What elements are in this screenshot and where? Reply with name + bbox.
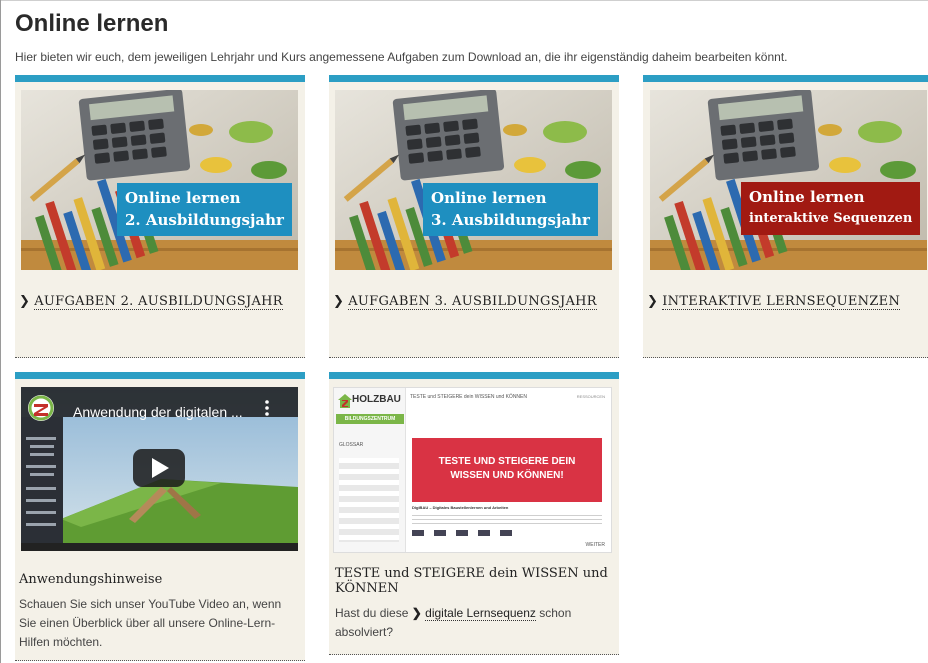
digibau-hero: TESTE UND STEIGERE DEIN WISSEN UND KÖNNE…: [412, 438, 602, 502]
card-divider: [329, 357, 619, 358]
frame-border-top: [0, 0, 928, 1]
card-title: Anwendungshinweise: [19, 572, 163, 587]
digibau-sidebar: HOLZBAU BILDUNGSZENTRUM GLOSSAR: [334, 388, 406, 552]
calculator-chart-illustration: [650, 90, 927, 270]
card-title: TESTE und STEIGERE dein WISSEN und KÖNNE…: [335, 566, 608, 596]
intro-text: Hier bieten wir euch, dem jeweiligen Leh…: [15, 50, 788, 64]
badge-line-2: 3. Ausbildungsjahr: [431, 211, 590, 229]
link-interaktive-lernsequenzen[interactable]: ❯ INTERAKTIVE LERNSEQUENZEN: [647, 294, 901, 310]
card-teste-steigere: HOLZBAU BILDUNGSZENTRUM GLOSSAR TESTE un…: [329, 372, 619, 655]
digibau-topbar-right: RESSOURCEN: [576, 394, 605, 399]
sidebar-list: [339, 458, 399, 542]
chevron-right-icon: ❯: [411, 606, 422, 620]
badge-line-1: Online lernen: [125, 189, 241, 207]
link-aufgaben-2[interactable]: ❯ AUFGABEN 2. AUSBILDUNGSJAHR: [19, 294, 283, 310]
card-ausbildungsjahr-2: Online lernen 2. Ausbildungsjahr ❯ AUFGAB…: [15, 75, 305, 358]
holzbau-brand-sub: BILDUNGSZENTRUM: [336, 414, 404, 424]
digibau-sponsor-logos: [412, 530, 522, 536]
chevron-right-icon: ❯: [647, 294, 659, 309]
card-divider: [643, 357, 928, 358]
badge-line-1: Online lernen: [431, 189, 547, 207]
card-badge: Online lernen interaktive Sequenzen: [741, 182, 921, 235]
badge-line-2: interaktive Sequenzen: [749, 211, 913, 226]
link-aufgaben-3[interactable]: ❯ AUFGABEN 3. AUSBILDUNGSJAHR: [333, 294, 597, 310]
badge-line-2: 2. Ausbildungsjahr: [125, 211, 284, 229]
card-anwendungshinweise: Anwendung der digitalen ... Anwendungshi…: [15, 372, 305, 661]
calculator-chart-illustration: [21, 90, 298, 270]
chevron-right-icon: ❯: [333, 294, 345, 309]
digibau-weiter-button[interactable]: WEITER: [586, 542, 605, 548]
card-description: Schauen Sie sich unser YouTube Video an,…: [19, 597, 282, 649]
badge-line-1: Online lernen: [749, 188, 865, 206]
card-ausbildungsjahr-3: Online lernen 3. Ausbildungsjahr ❯ AUFGAB…: [329, 75, 619, 358]
holzbau-brand: HOLZBAU: [352, 394, 401, 405]
card-interaktive-sequenzen: Online lernen interaktive Sequenzen ❯ INT…: [643, 75, 928, 358]
glossar-label: GLOSSAR: [339, 442, 364, 448]
card-divider: [15, 660, 305, 661]
card-badge: Online lernen 2. Ausbildungsjahr: [117, 183, 292, 236]
card-badge: Online lernen 3. Ausbildungsjahr: [423, 183, 598, 236]
digibau-topbar-title: TESTE und STEIGERE dein WISSEN und KÖNNE…: [410, 394, 527, 400]
page-title: Online lernen: [15, 10, 169, 37]
digibau-screenshot[interactable]: HOLZBAU BILDUNGSZENTRUM GLOSSAR TESTE un…: [333, 387, 612, 553]
card-image[interactable]: Online lernen interaktive Sequenzen: [649, 90, 928, 270]
card-divider: [329, 654, 619, 655]
card-divider: [15, 357, 305, 358]
chevron-right-icon: ❯: [19, 294, 31, 309]
card-image[interactable]: Online lernen 3. Ausbildungsjahr: [335, 90, 612, 270]
holzbau-logo-icon: [338, 394, 352, 408]
link-digitale-lernsequenz[interactable]: digitale Lernsequenz: [425, 606, 536, 621]
frame-border-left: [0, 0, 1, 663]
card-image[interactable]: Online lernen 2. Ausbildungsjahr: [21, 90, 298, 270]
youtube-video-player[interactable]: Anwendung der digitalen ...: [21, 387, 298, 551]
card-description: Hast du diese ❯ digitale Lernsequenz sch…: [335, 606, 572, 639]
digibau-caption: DigiBAU – Digitales Baustellenlernen und…: [412, 505, 509, 510]
video-title[interactable]: Anwendung der digitalen ...: [73, 404, 243, 420]
calculator-chart-illustration: [335, 90, 612, 270]
digibau-caption-body: [412, 512, 602, 526]
